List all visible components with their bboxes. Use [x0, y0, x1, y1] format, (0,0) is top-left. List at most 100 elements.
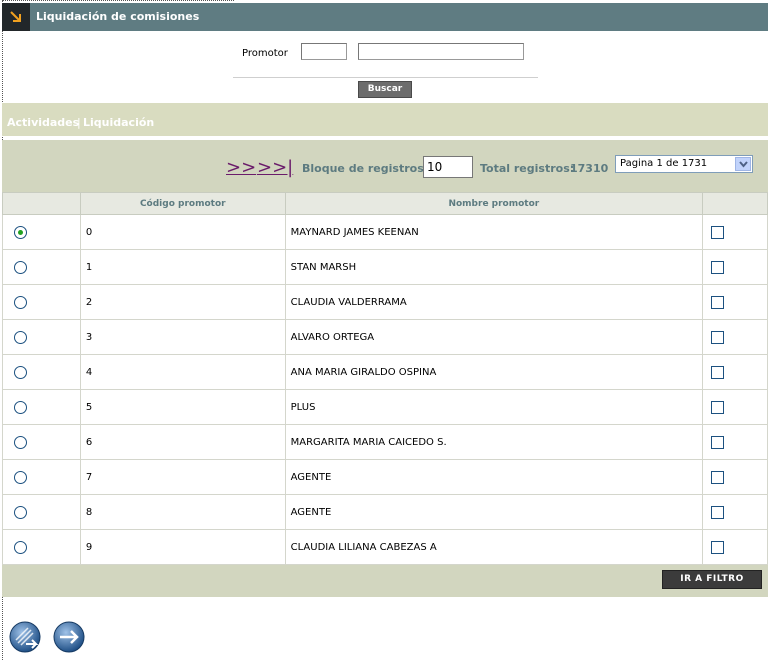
row-checkbox[interactable]	[711, 470, 725, 484]
promotor-code: 2	[79, 284, 286, 320]
row-radio[interactable]	[14, 295, 27, 309]
promotor-code: 6	[79, 424, 286, 460]
search-button[interactable]: Buscar	[358, 81, 412, 98]
pager: >> >>| Bloque de registros: Total regist…	[2, 140, 768, 192]
total-records-label: Total registros:	[480, 162, 575, 175]
go-to-filter-button[interactable]: IR A FILTRO	[662, 570, 762, 589]
promotor-name: CLAUDIA VALDERRAMA	[284, 284, 704, 320]
row-checkbox[interactable]	[711, 225, 725, 239]
row-check-cell	[702, 249, 768, 285]
row-radio[interactable]	[14, 365, 27, 379]
row-checkbox[interactable]	[711, 505, 725, 519]
row-select-cell	[2, 249, 81, 285]
promotor-name: ALVARO ORTEGA	[284, 319, 704, 355]
table-row: 5 PLUS	[2, 389, 768, 425]
tabs-bar: Actividades | Liquidación	[2, 103, 768, 136]
row-check-cell	[702, 284, 768, 320]
row-check-cell	[702, 459, 768, 495]
row-check-cell	[702, 354, 768, 390]
promotor-code: 5	[79, 389, 286, 425]
promotor-name: AGENTE	[284, 494, 704, 530]
column-header-check	[702, 192, 768, 215]
table-row: 4 ANA MARIA GIRALDO OSPINA	[2, 354, 768, 390]
row-select-cell	[2, 319, 81, 355]
table-row: 7 AGENTE	[2, 459, 768, 495]
promotor-code: 4	[79, 354, 286, 390]
promotor-name: CLAUDIA LILIANA CABEZAS A	[284, 529, 704, 565]
search-divider	[233, 77, 538, 78]
tab-actividades[interactable]: Actividades	[7, 116, 79, 129]
row-select-cell	[2, 459, 81, 495]
row-checkbox[interactable]	[711, 295, 725, 309]
row-checkbox[interactable]	[711, 330, 725, 344]
row-select-cell	[2, 529, 81, 565]
row-checkbox[interactable]	[711, 365, 725, 379]
row-checkbox[interactable]	[711, 260, 725, 274]
page-select[interactable]: Pagina 1 de 1731	[615, 155, 753, 173]
promotor-code: 8	[79, 494, 286, 530]
promotor-code: 7	[79, 459, 286, 495]
tab-separator: |	[77, 116, 81, 129]
row-radio[interactable]	[14, 505, 27, 519]
tab-liquidacion[interactable]: Liquidación	[83, 116, 154, 129]
row-radio[interactable]	[14, 330, 27, 344]
block-size-label: Bloque de registros:	[302, 162, 429, 175]
table-body: 0 MAYNARD JAMES KEENAN 1 STAN MARSH 2 CLAUDIA…	[2, 214, 768, 565]
exit-icon[interactable]	[8, 620, 42, 654]
promotor-code-input[interactable]	[301, 43, 347, 60]
column-header-code: Código promotor	[79, 192, 286, 215]
chevron-down-icon[interactable]	[735, 157, 751, 171]
page-top-border	[2, 0, 234, 1]
row-checkbox[interactable]	[711, 435, 725, 449]
next-page-link[interactable]: >>	[226, 157, 256, 178]
promotor-name: STAN MARSH	[284, 249, 704, 285]
promotor-name: PLUS	[284, 389, 704, 425]
promotor-name: MAYNARD JAMES KEENAN	[284, 214, 704, 250]
row-check-cell	[702, 424, 768, 460]
promotor-code: 0	[79, 214, 286, 250]
table-header-row: Código promotor Nombre promotor	[2, 192, 768, 215]
row-radio[interactable]	[14, 470, 27, 484]
row-select-cell	[2, 284, 81, 320]
promotor-code: 1	[79, 249, 286, 285]
promotor-label: Promotor	[242, 48, 288, 59]
promotor-name: MARGARITA MARIA CAICEDO S.	[284, 424, 704, 460]
table-row: 6 MARGARITA MARIA CAICEDO S.	[2, 424, 768, 460]
row-radio[interactable]	[14, 225, 27, 239]
table-row: 1 STAN MARSH	[2, 249, 768, 285]
row-checkbox[interactable]	[711, 400, 725, 414]
row-check-cell	[702, 214, 768, 250]
row-select-cell	[2, 424, 81, 460]
promotor-name-input[interactable]	[358, 43, 524, 60]
row-select-cell	[2, 389, 81, 425]
row-radio[interactable]	[14, 435, 27, 449]
table-row: 0 MAYNARD JAMES KEENAN	[2, 214, 768, 250]
forward-icon[interactable]	[52, 620, 86, 654]
promotor-name: ANA MARIA GIRALDO OSPINA	[284, 354, 704, 390]
results-panel: >> >>| Bloque de registros: Total regist…	[2, 140, 768, 597]
arrow-corner-icon	[2, 3, 30, 31]
row-check-cell	[702, 319, 768, 355]
block-size-input[interactable]	[423, 156, 473, 178]
promotor-code: 3	[79, 319, 286, 355]
row-select-cell	[2, 214, 81, 250]
page-select-value: Pagina 1 de 1731	[620, 158, 708, 169]
row-radio[interactable]	[14, 540, 27, 554]
column-header-name: Nombre promotor	[284, 192, 704, 215]
row-checkbox[interactable]	[711, 540, 725, 554]
last-page-link[interactable]: >>|	[257, 157, 293, 178]
title-bar: Liquidación de comisiones	[2, 3, 768, 31]
table-row: 8 AGENTE	[2, 494, 768, 530]
row-select-cell	[2, 354, 81, 390]
row-check-cell	[702, 494, 768, 530]
row-check-cell	[702, 529, 768, 565]
promotor-table: Código promotor Nombre promotor 0 MAYNARD…	[2, 192, 768, 565]
table-row: 2 CLAUDIA VALDERRAMA	[2, 284, 768, 320]
row-radio[interactable]	[14, 400, 27, 414]
promotor-code: 9	[79, 529, 286, 565]
row-check-cell	[702, 389, 768, 425]
row-radio[interactable]	[14, 260, 27, 274]
row-select-cell	[2, 494, 81, 530]
total-records-value: 17310	[570, 162, 609, 175]
table-row: 3 ALVARO ORTEGA	[2, 319, 768, 355]
